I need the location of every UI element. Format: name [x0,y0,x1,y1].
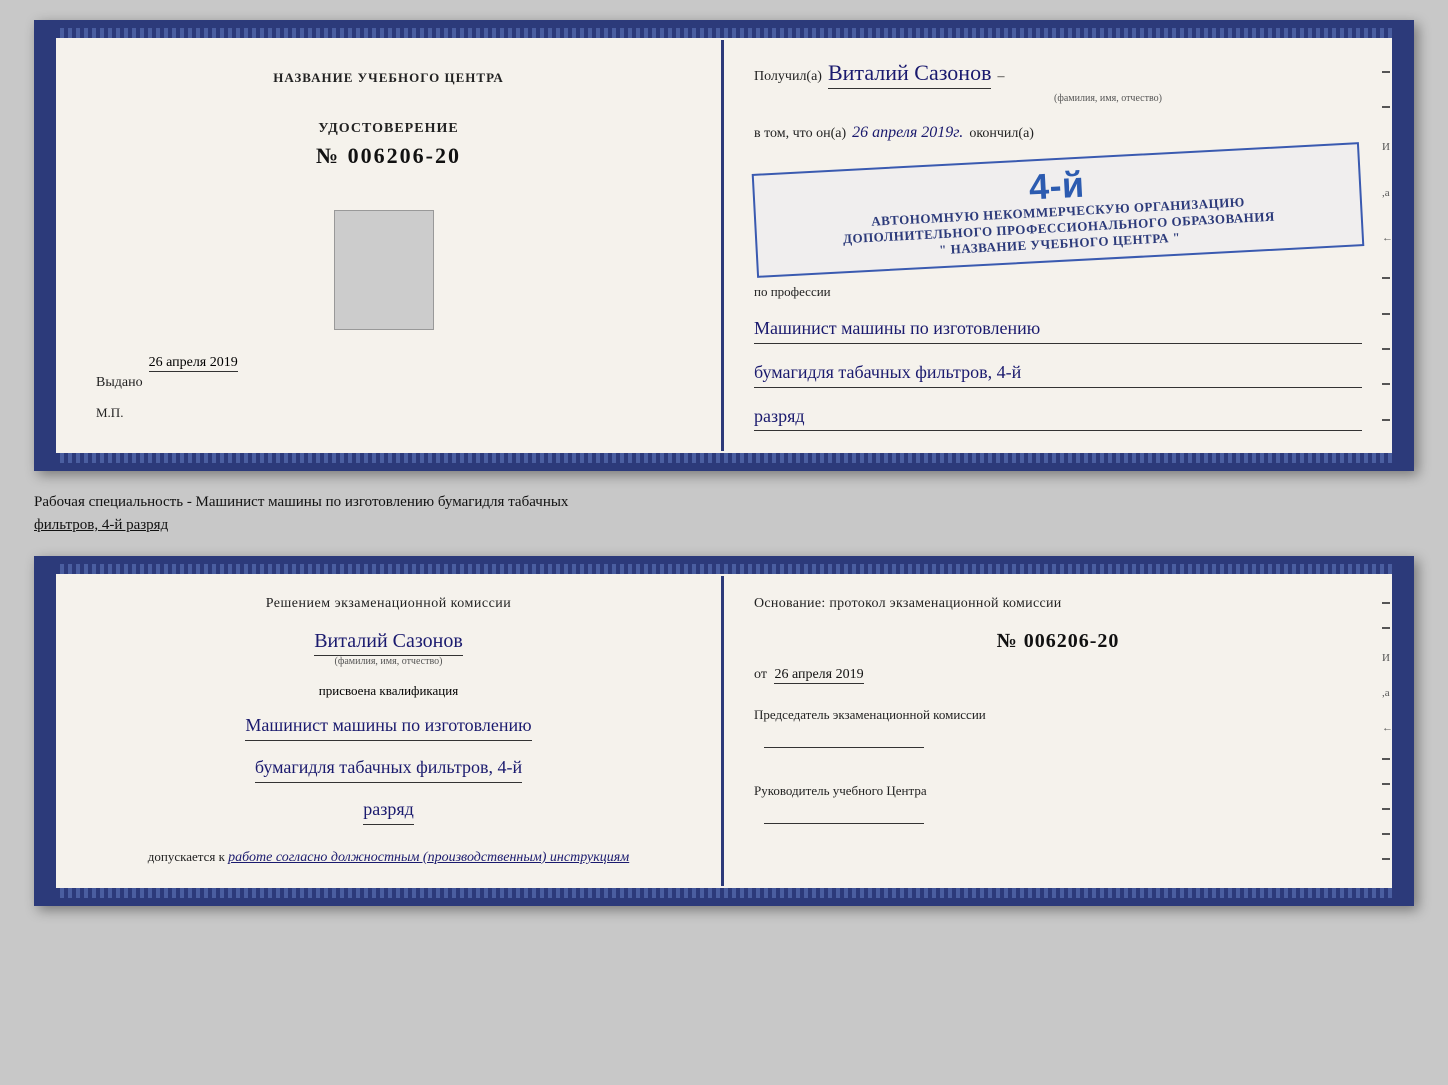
dopuskaetsya-block: допускается к работе согласно должностны… [148,833,629,866]
deco-a: ,а [1382,187,1392,199]
deco-dash-1 [1382,71,1390,73]
deco-dash-4 [1382,313,1390,315]
dash-symbol: – [997,69,1004,85]
qual-line3: разряд [363,795,414,825]
deco-b-a: ,а [1382,687,1392,699]
profession-line2: бумагидля табачных фильтров, 4-й [754,358,1362,388]
deco-dash-6 [1382,383,1390,385]
recipient-name: Виталий Сазонов [828,60,991,89]
po-professii-label: по профессии [754,284,1362,300]
document-top: НАЗВАНИЕ УЧЕБНОГО ЦЕНТРА УДОСТОВЕРЕНИЕ №… [34,20,1414,471]
doc-top-left: НАЗВАНИЕ УЧЕБНОГО ЦЕНТРА УДОСТОВЕРЕНИЕ №… [56,40,724,451]
deco-b-dash-4 [1382,783,1390,785]
deco-b-arrow: ← [1382,722,1392,734]
vtom-line: в том, что он(а) 26 апреля 2019г. окончи… [754,124,1362,142]
side-decoration-bottom: И ,а ← [1382,586,1392,875]
deco-i: И [1382,141,1392,153]
border-top [56,28,1392,38]
osnovaniye-text: Основание: протокол экзаменационной коми… [754,596,1362,612]
deco-b-dash-3 [1382,758,1390,760]
ot-date-line: от 26 апреля 2019 [754,667,1362,683]
deco-dash-5 [1382,348,1390,350]
predsedatel-signature-line [764,747,924,748]
udostoverenie-label: УДОСТОВЕРЕНИЕ [316,121,461,137]
deco-b-dash-2 [1382,627,1390,629]
deco-dash-7 [1382,419,1390,421]
training-center-title: НАЗВАНИЕ УЧЕБНОГО ЦЕНТРА [273,70,504,86]
vtom-date: 26 апреля 2019г. [852,124,963,142]
deco-b-dash-5 [1382,808,1390,810]
profession-line1: Машинист машины по изготовлению [754,314,1362,344]
doc-bottom-right: Основание: протокол экзаменационной коми… [724,576,1392,885]
deco-dash-3 [1382,277,1390,279]
ot-prefix: от [754,667,767,682]
border-bottom-bottom [56,888,1392,898]
okonchil-label: окончил(а) [969,126,1034,142]
photo-placeholder [334,210,434,330]
side-decoration: И ,а ← [1382,50,1392,441]
reshenie-label: Решением экзаменационной комиссии [266,596,512,612]
deco-dash-2 [1382,106,1390,108]
between-text2-underline: фильтров, 4-й разряд [34,517,168,533]
rukovoditel-label: Руководитель учебного Центра [754,781,1362,802]
between-text1: Рабочая специальность - Машинист машины … [34,491,1414,514]
document-bottom: Решением экзаменационной комиссии Витали… [34,556,1414,905]
bottom-name: Виталий Сазонов [314,630,463,656]
bottom-name-sub: (фамилия, имя, отчество) [314,656,463,667]
profession-line3: разряд [754,402,1362,432]
spine-right [1392,28,1406,463]
qual-line2: бумагидля табачных фильтров, 4-й [255,753,522,783]
vtom-prefix: в том, что он(а) [754,126,846,142]
predsedatel-label: Председатель экзаменационной комиссии [754,705,1362,726]
po-professii-text: по профессии [754,284,831,299]
between-text2: фильтров, 4-й разряд [34,514,1414,537]
poluchil-line: Получил(а) Виталий Сазонов – [754,60,1362,89]
ot-date-val: 26 апреля 2019 [774,667,863,684]
deco-b-dash-6 [1382,833,1390,835]
prisvoena-label: присвоена квалификация [319,683,458,699]
between-label: Рабочая специальность - Машинист машины … [34,487,1414,540]
dopuskaetsya-prefix: допускается к [148,849,225,864]
spine-left-bottom [42,564,56,897]
spine-left [42,28,56,463]
spine-right-bottom [1392,564,1406,897]
name-sub: (фамилия, имя, отчество) [854,93,1362,104]
stamp-block: 4-й АВТОНОМНУЮ НЕКОММЕРЧЕСКУЮ ОРГАНИЗАЦИ… [752,142,1365,278]
rukovoditel-block: Руководитель учебного Центра [754,781,1362,831]
protokol-number: № 006206-20 [754,630,1362,653]
udostoverenie-number: № 006206-20 [316,143,461,169]
dopuskaetsya-val: работе согласно должностным (производств… [228,850,629,865]
border-bottom [56,453,1392,463]
qual-line1: Машинист машины по изготовлению [245,711,531,741]
deco-b-dash-1 [1382,602,1390,604]
udostoverenie-block: УДОСТОВЕРЕНИЕ № 006206-20 [316,121,461,169]
deco-b-i: И [1382,652,1392,664]
mp-label: М.П. [96,405,123,421]
rukovoditel-signature-line [764,823,924,824]
vydano-date: 26 апреля 2019 [149,355,238,372]
border-top-bottom [56,564,1392,574]
deco-b-dash-7 [1382,858,1390,860]
predsedatel-block: Председатель экзаменационной комиссии [754,705,1362,755]
poluchil-prefix: Получил(а) [754,69,822,85]
doc-bottom-left: Решением экзаменационной комиссии Витали… [56,576,724,885]
deco-arrow: ← [1382,232,1392,244]
doc-top-right: Получил(а) Виталий Сазонов – (фамилия, и… [724,40,1392,451]
vydano-label: Выдано [96,355,143,391]
